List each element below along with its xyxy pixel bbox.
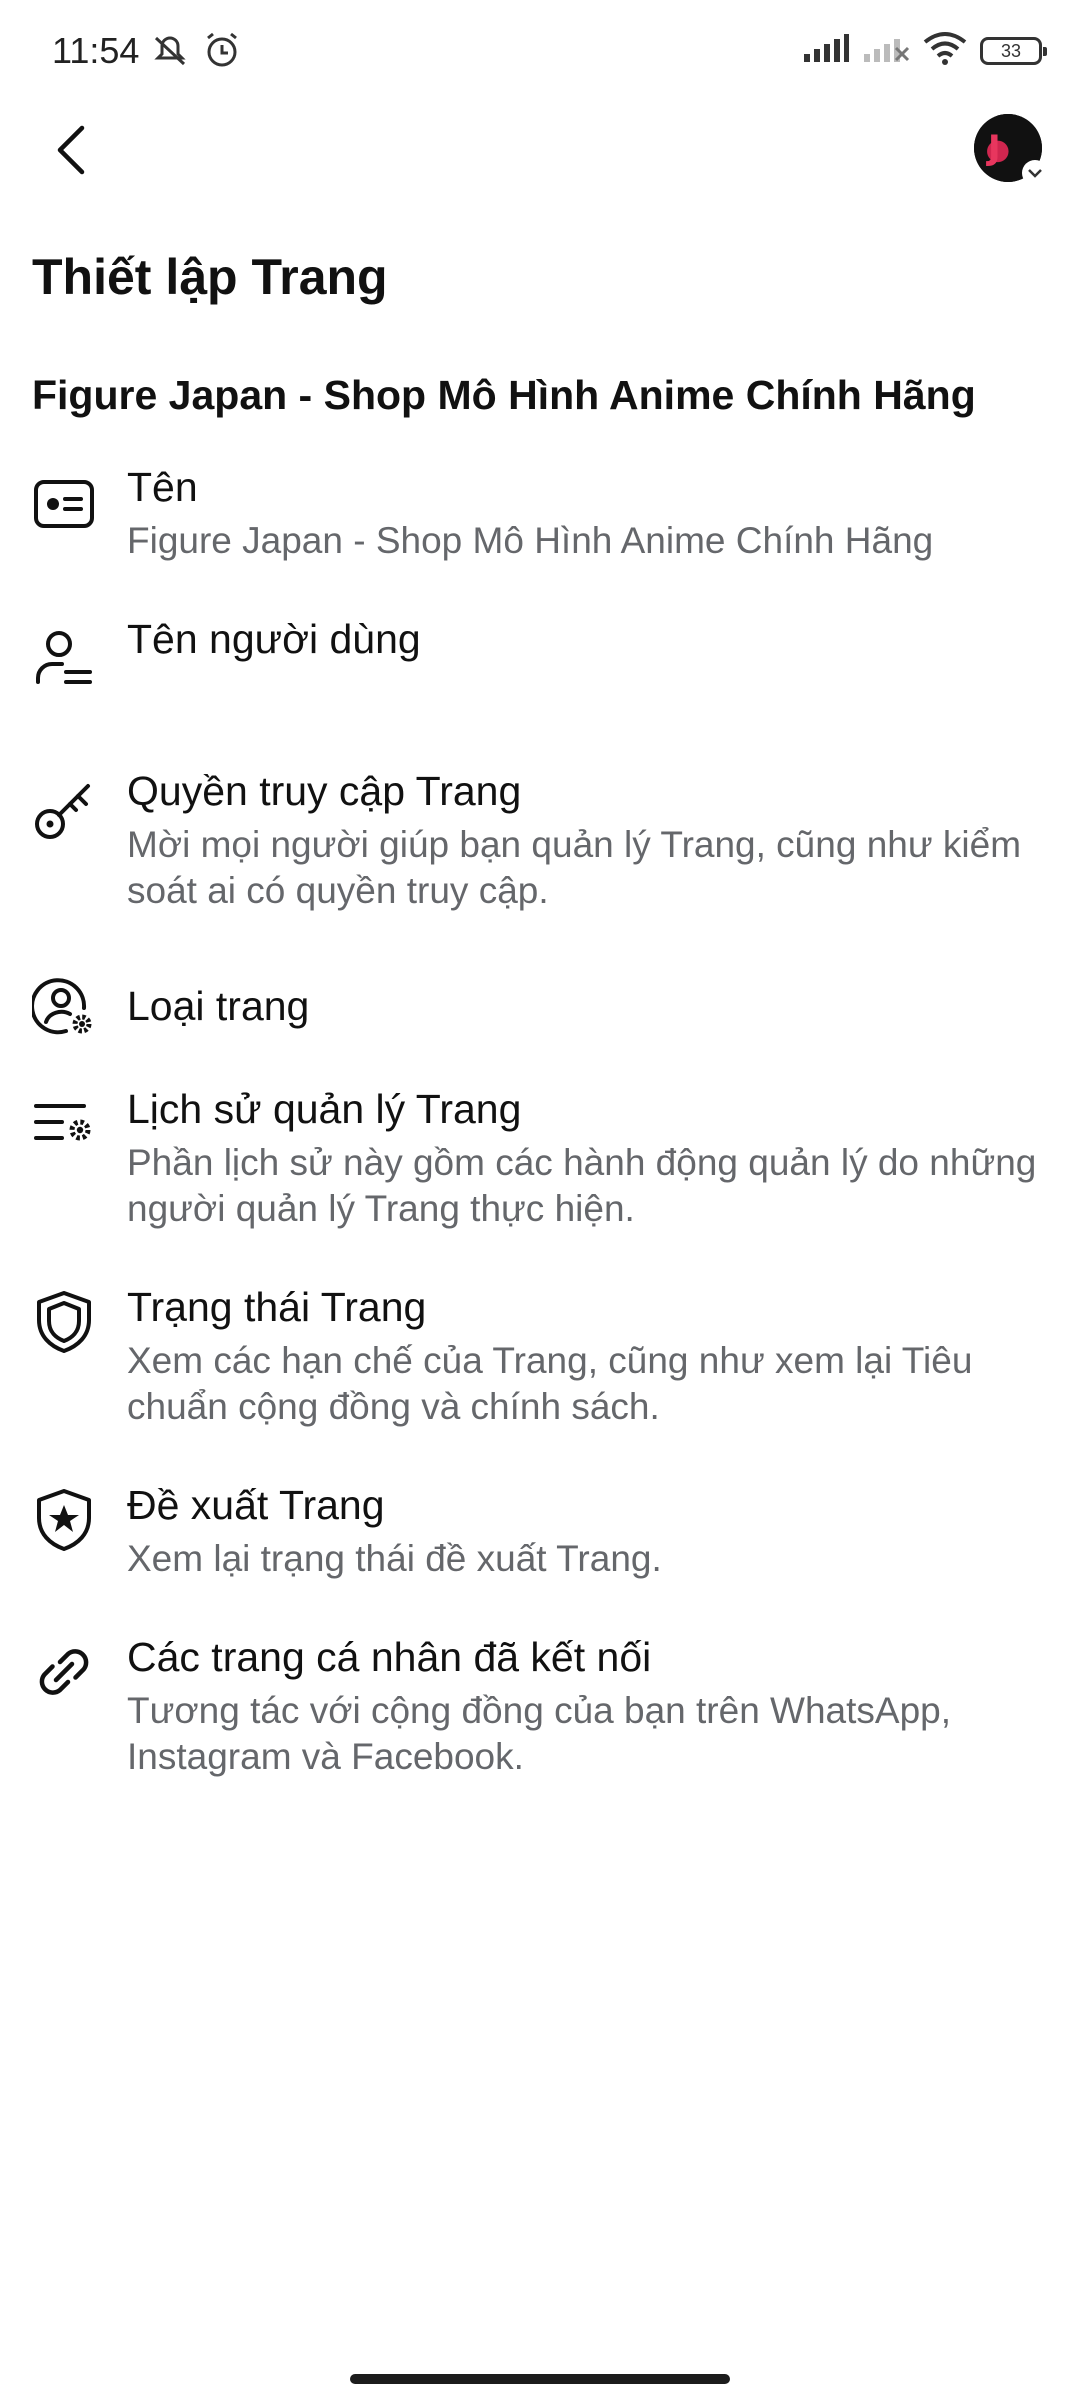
chevron-left-icon <box>57 125 85 175</box>
item-desc: Xem các hạn chế của Trang, cũng như xem … <box>127 1340 973 1427</box>
wifi-icon <box>922 30 968 71</box>
status-bar: 11:54 33 <box>0 0 1080 100</box>
signal-icon <box>802 32 850 69</box>
item-desc: Xem lại trạng thái đề xuất Trang. <box>127 1538 662 1579</box>
settings-item-page-access[interactable]: Quyền truy cập Trang Mời mọi người giúp … <box>0 766 1080 926</box>
settings-item-name[interactable]: Tên Figure Japan - Shop Mô Hình Anime Ch… <box>0 462 1080 582</box>
item-label: Đề xuất Trang <box>127 1482 385 1528</box>
item-desc: Figure Japan - Shop Mô Hình Anime Chính … <box>127 520 934 561</box>
key-icon <box>32 778 96 842</box>
shield-star-icon <box>32 1488 96 1552</box>
avatar-initial: J <box>988 128 1001 168</box>
item-label: Tên người dùng <box>127 616 421 662</box>
item-label: Loại trang <box>127 983 310 1029</box>
back-button[interactable] <box>40 112 104 188</box>
item-label: Tên <box>127 464 198 510</box>
signal-off-icon <box>862 32 910 69</box>
item-desc: Mời mọi người giúp bạn quản lý Trang, cũ… <box>127 824 1022 911</box>
link-icon <box>32 1640 96 1704</box>
item-label: Lịch sử quản lý Trang <box>127 1086 522 1132</box>
list-gear-icon <box>32 1092 96 1156</box>
home-indicator[interactable] <box>350 2374 730 2384</box>
item-label: Quyền truy cập Trang <box>127 768 522 814</box>
settings-item-management-history[interactable]: Lịch sử quản lý Trang Phần lịch sử này g… <box>0 1084 1080 1244</box>
chevron-down-icon <box>1022 160 1048 186</box>
mute-icon <box>148 28 192 77</box>
settings-item-page-type[interactable]: Loại trang <box>0 974 1080 1064</box>
status-right-icons: 33 <box>802 30 1047 71</box>
item-desc: Phần lịch sử này gồm các hành động quản … <box>127 1142 1037 1229</box>
battery-icon: 33 <box>980 36 1047 65</box>
avatar[interactable]: J <box>974 114 1048 186</box>
user-list-icon <box>32 626 96 690</box>
settings-item-connected-profiles[interactable]: Các trang cá nhân đã kết nối Tương tác v… <box>0 1632 1080 1792</box>
page-title: Thiết lập Trang <box>32 249 388 305</box>
alarm-icon <box>200 28 244 77</box>
shield-icon <box>32 1290 96 1354</box>
status-time: 11:54 <box>52 30 140 71</box>
item-label: Các trang cá nhân đã kết nối <box>127 1634 652 1680</box>
item-label: Trạng thái Trang <box>127 1284 427 1330</box>
item-desc: Tương tác với cộng đồng của bạn trên Wha… <box>127 1690 952 1777</box>
person-gear-icon <box>32 974 96 1038</box>
settings-item-page-status[interactable]: Trạng thái Trang Xem các hạn chế của Tra… <box>0 1282 1080 1442</box>
settings-item-page-recommendation[interactable]: Đề xuất Trang Xem lại trạng thái đề xuất… <box>0 1480 1080 1600</box>
status-left-icons <box>148 28 244 77</box>
id-card-icon <box>32 472 96 536</box>
section-title: Figure Japan - Shop Mô Hình Anime Chính … <box>32 372 976 418</box>
settings-item-username[interactable]: Tên người dùng <box>0 614 1080 724</box>
